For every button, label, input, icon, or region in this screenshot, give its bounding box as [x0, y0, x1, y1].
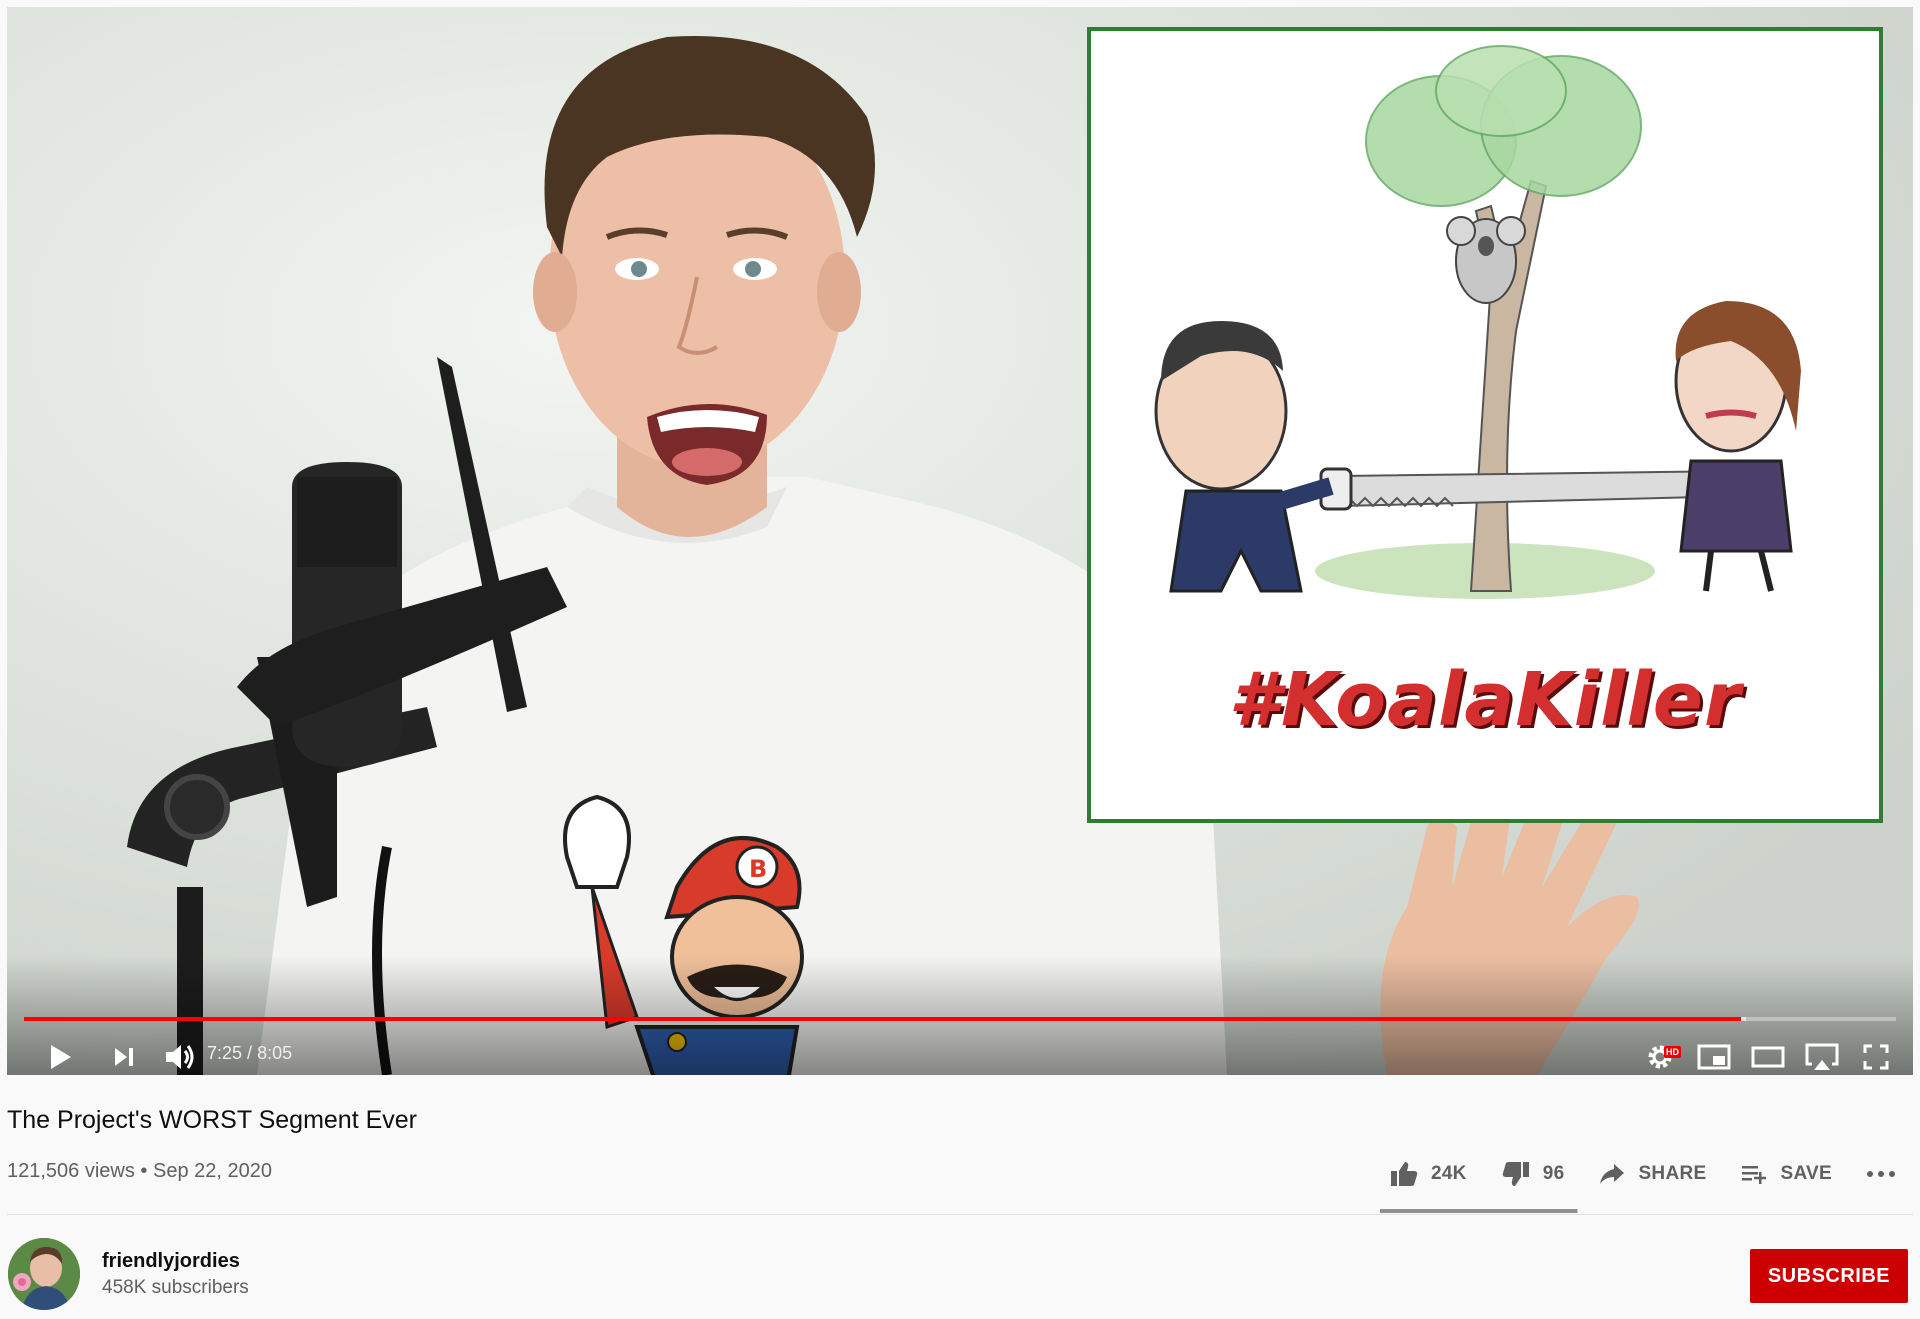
playlist-add-icon: [1742, 1166, 1767, 1184]
share-icon: [1600, 1164, 1625, 1184]
video-title: The Project's WORST Segment Ever: [7, 1106, 417, 1134]
time-total: 8:05: [257, 1043, 293, 1063]
controls-gradient: [7, 955, 1913, 1075]
volume-icon: [166, 1045, 194, 1069]
settings-button[interactable]: HD: [1637, 1035, 1683, 1075]
progress-bar[interactable]: [24, 1017, 1896, 1021]
miniplayer-icon: [1697, 1044, 1731, 1070]
save-label: SAVE: [1780, 1163, 1832, 1184]
volume-button[interactable]: [153, 1035, 207, 1075]
time-current: 7:25: [207, 1043, 243, 1063]
channel-avatar[interactable]: [8, 1238, 80, 1310]
fullscreen-icon: [1863, 1044, 1889, 1070]
thumbs-down-icon: [1502, 1162, 1529, 1186]
time-separator: /: [242, 1043, 258, 1063]
svg-text:B: B: [749, 855, 767, 883]
view-count: 121,506 views: [7, 1160, 135, 1182]
miniplayer-button[interactable]: [1691, 1035, 1737, 1075]
next-icon: [115, 1048, 133, 1066]
airplay-button[interactable]: [1799, 1035, 1845, 1075]
subscribe-button[interactable]: SUBSCRIBE: [1750, 1249, 1908, 1303]
overlay-caption: #KoalaKiller: [1228, 657, 1742, 743]
more-actions-button[interactable]: [1866, 1169, 1896, 1179]
publish-date: Sep 22, 2020: [153, 1160, 272, 1182]
overlay-image-card: #KoalaKiller: [1087, 27, 1883, 823]
progress-played: [24, 1017, 1741, 1021]
video-player[interactable]: B #KoalaKiller 7:25 / 8:05 HD: [7, 7, 1913, 1075]
theater-icon: [1751, 1046, 1785, 1068]
airplay-icon: [1805, 1043, 1839, 1070]
time-display: 7:25 / 8:05: [207, 1043, 292, 1064]
like-button[interactable]: 24K: [1389, 1160, 1467, 1188]
like-dislike-bar: [1380, 1209, 1578, 1213]
dislike-button[interactable]: 96: [1501, 1160, 1565, 1188]
hd-badge: HD: [1664, 1046, 1681, 1058]
subscriber-count: 458K subscribers: [102, 1277, 249, 1298]
like-ratio-fill: [1380, 1209, 1578, 1213]
video-meta: 121,506 views • Sep 22, 2020: [7, 1160, 272, 1183]
play-icon: [51, 1045, 71, 1069]
meta-separator: •: [134, 1160, 153, 1182]
save-button[interactable]: SAVE: [1740, 1162, 1832, 1186]
video-actions: 24K 96 SHARE SAVE: [1389, 1154, 1896, 1194]
thumbs-up-icon: [1390, 1162, 1418, 1186]
theater-mode-button[interactable]: [1745, 1035, 1791, 1075]
share-button[interactable]: SHARE: [1598, 1162, 1706, 1186]
divider: [7, 1214, 1913, 1215]
channel-name[interactable]: friendlyjordies: [102, 1250, 240, 1273]
next-button[interactable]: [97, 1035, 151, 1075]
dislike-count: 96: [1542, 1163, 1565, 1184]
fullscreen-button[interactable]: [1853, 1035, 1899, 1075]
play-button[interactable]: [33, 1035, 87, 1075]
like-count: 24K: [1430, 1163, 1467, 1184]
share-label: SHARE: [1638, 1163, 1707, 1184]
avatar-image: [8, 1238, 80, 1310]
more-horizontal-icon: [1867, 1171, 1895, 1177]
